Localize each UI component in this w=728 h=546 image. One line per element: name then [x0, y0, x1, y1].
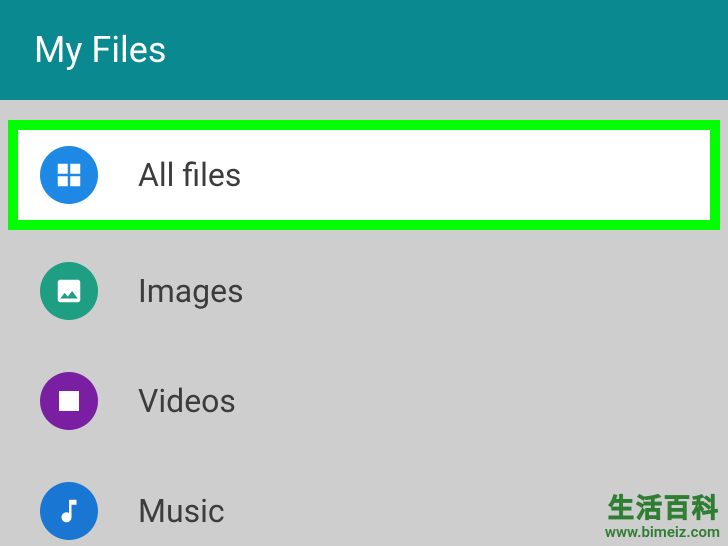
list-item-music[interactable]: Music: [0, 456, 728, 546]
list-item-label: All files: [138, 156, 241, 194]
list-item-label: Videos: [138, 382, 236, 420]
highlight-frame: All files: [8, 120, 720, 230]
video-icon: [40, 372, 98, 430]
all-files-icon: [40, 146, 98, 204]
list-item-images[interactable]: Images: [0, 236, 728, 346]
app-header: My Files: [0, 0, 728, 100]
category-list: All files Images Videos Music: [0, 100, 728, 546]
list-item-label: Images: [138, 272, 244, 310]
page-title: My Files: [34, 29, 166, 71]
music-icon: [40, 482, 98, 540]
list-item-videos[interactable]: Videos: [0, 346, 728, 456]
image-icon: [40, 262, 98, 320]
list-item-label: Music: [138, 492, 225, 530]
list-item-all-files[interactable]: All files: [18, 130, 710, 220]
